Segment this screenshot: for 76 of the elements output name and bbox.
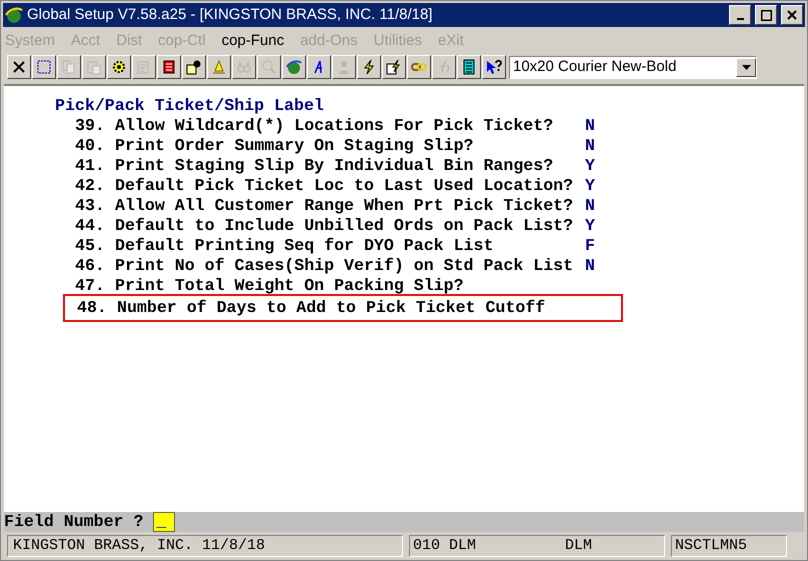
- dropdown-button[interactable]: [736, 58, 756, 76]
- toolbar-button[interactable]: [107, 55, 131, 79]
- status-program: NSCTLMN5: [671, 535, 787, 557]
- toolbar-button[interactable]: [407, 55, 431, 79]
- field-number: 40.: [75, 136, 106, 156]
- window-title: Global Setup V7.58.a25 - [KINGSTON BRASS, INC. 11/8/18]: [27, 4, 432, 25]
- field-label: Default Printing Seq for DYO Pack List: [115, 236, 494, 256]
- minimize-button[interactable]: [729, 5, 751, 25]
- toolbar-button[interactable]: [357, 55, 381, 79]
- field-number: 46.: [75, 256, 106, 276]
- field-label: Allow All Customer Range When Prt Pick Ticket?: [115, 196, 574, 216]
- font-select[interactable]: 10x20 Courier New-Bold: [509, 56, 757, 78]
- field-value: N: [585, 116, 595, 136]
- binoculars-icon: [236, 59, 252, 75]
- field-number: 44.: [75, 216, 106, 236]
- maximize-button[interactable]: [755, 5, 777, 25]
- prompt-label: Field Number ?: [4, 510, 144, 533]
- toolbar-button[interactable]: [282, 55, 306, 79]
- field-number: 43.: [75, 196, 106, 216]
- menu-item[interactable]: cop-Func: [222, 30, 284, 52]
- field-number: 45.: [75, 236, 106, 256]
- field-value: N: [585, 256, 595, 276]
- field-value: Y: [585, 216, 595, 236]
- globe-icon: [286, 59, 302, 75]
- field-value: N: [585, 136, 595, 156]
- toolbar-button[interactable]: [457, 55, 481, 79]
- field-label: Print Order Summary On Staging Slip?: [115, 136, 474, 156]
- field-label: Default Pick Ticket Loc to Last Used Location?: [115, 176, 574, 196]
- app-globe-icon: [5, 6, 23, 24]
- field-label: Number of Days to Add to Pick Ticket Cutoff: [117, 298, 546, 318]
- selection-icon: [36, 59, 52, 75]
- section-title: Pick/Pack Ticket/Ship Label: [55, 96, 324, 116]
- toolbar-button[interactable]: [207, 55, 231, 79]
- search-icon: [261, 59, 277, 75]
- gear-icon: [111, 59, 127, 75]
- field-number: 39.: [75, 116, 106, 136]
- toolbar-button[interactable]: [7, 55, 31, 79]
- copy-icon: [61, 59, 77, 75]
- field-label: Print Total Weight On Packing Slip?: [115, 276, 465, 296]
- field-label: Allow Wildcard(*) Locations For Pick Ticket?: [115, 116, 554, 136]
- field-number-input[interactable]: _: [153, 512, 176, 532]
- toolbar-button[interactable]: [182, 55, 206, 79]
- toolbar-button[interactable]: [382, 55, 406, 79]
- calculator-icon: [461, 59, 477, 75]
- field-number: 42.: [75, 176, 106, 196]
- field-value: Y: [585, 156, 595, 176]
- toolbar-button[interactable]: [32, 55, 56, 79]
- field-number: 47.: [75, 276, 106, 296]
- field-value: F: [585, 236, 595, 256]
- toolbar-button[interactable]: [307, 55, 331, 79]
- maximize-icon: [760, 10, 772, 20]
- close-icon: [11, 59, 27, 75]
- field-label: Default to Include Unbilled Ords on Pack List?: [115, 216, 574, 236]
- status-operator: DLM: [565, 536, 592, 556]
- status-user: 010 DLM: [413, 536, 478, 556]
- person-icon: [336, 59, 352, 75]
- document-lightning-icon: [386, 59, 402, 75]
- clipboard-icon: [86, 59, 102, 75]
- field-number: 41.: [75, 156, 106, 176]
- document-person-icon: [186, 59, 202, 75]
- lightning-icon: [361, 59, 377, 75]
- field-number: 48.: [77, 298, 108, 318]
- field-label: Print Staging Slip By Individual Bin Ranges?: [115, 156, 554, 176]
- field-value: Y: [585, 176, 595, 196]
- field-value: N: [585, 196, 595, 216]
- help-pointer-icon: [486, 59, 502, 75]
- minimize-icon: [736, 18, 744, 20]
- field-label: Print No of Cases(Ship Verif) on Std Pack List: [115, 256, 574, 276]
- close-icon: [787, 10, 797, 20]
- close-button[interactable]: [781, 5, 803, 25]
- toolbar-button[interactable]: [157, 55, 181, 79]
- list-icon: [161, 59, 177, 75]
- toolbar-button[interactable]: [482, 55, 506, 79]
- bell-icon: [211, 59, 227, 75]
- status-company: KINGSTON BRASS, INC. 11/8/18: [7, 535, 403, 557]
- caret-icon: [742, 64, 750, 70]
